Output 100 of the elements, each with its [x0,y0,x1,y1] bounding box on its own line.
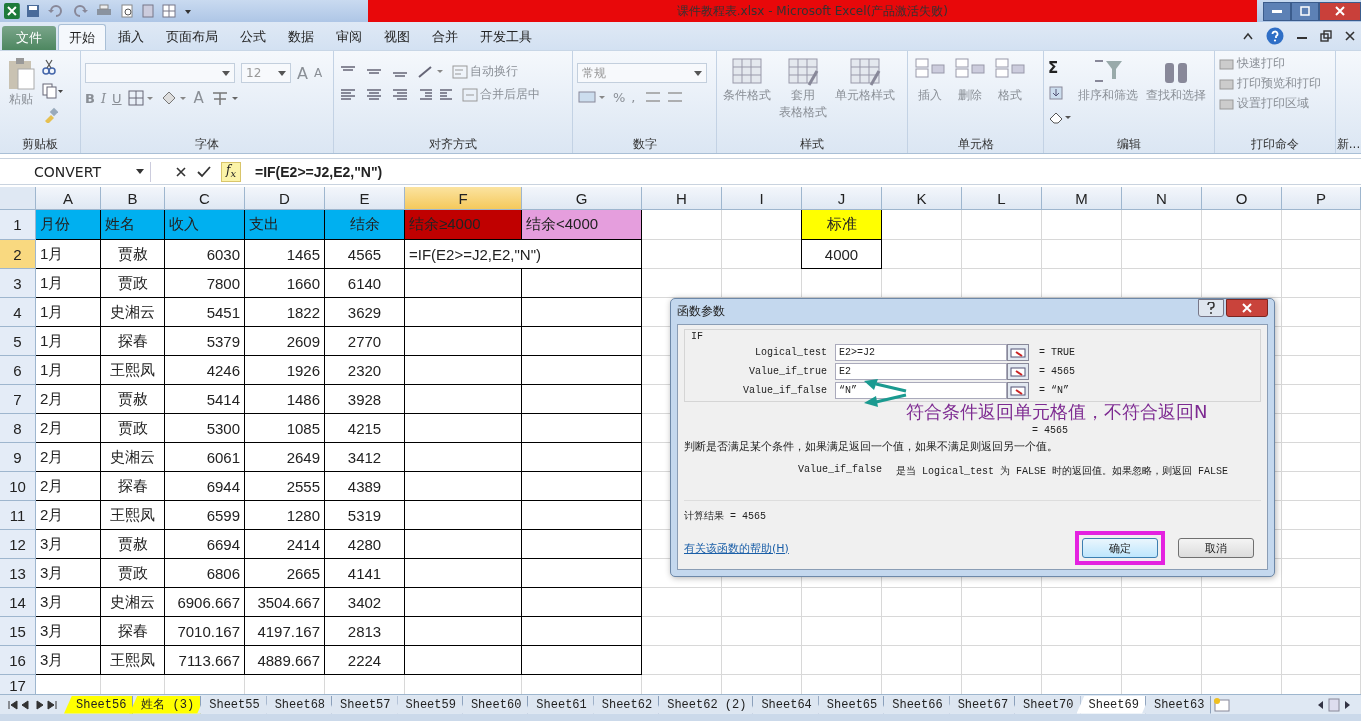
row-header[interactable]: 17 [0,675,36,697]
row-header[interactable]: 5 [0,327,36,356]
row-header[interactable]: 15 [0,617,36,646]
column-header[interactable]: C [165,187,245,210]
cancel-button[interactable]: 取消 [1178,538,1254,558]
name-box[interactable]: CONVERT [0,163,150,180]
column-header[interactable]: J [802,187,882,210]
table-icon[interactable] [161,4,176,18]
ribbon-tab[interactable]: 视图 [374,24,420,50]
table-cell-text: 2320 [346,360,383,381]
sheet-tab[interactable]: Sheet57 [328,695,398,714]
collapse-dialog-button[interactable] [1007,363,1029,380]
row-header[interactable]: 10 [0,472,36,501]
checkmark-icon[interactable] [197,165,211,178]
row-header[interactable]: 3 [0,269,36,298]
column-header[interactable]: D [245,187,325,210]
row-header[interactable]: 8 [0,414,36,443]
row-header[interactable]: 6 [0,356,36,385]
table-cell-text: 2770 [346,331,383,352]
preview-icon[interactable] [119,4,134,18]
row-header[interactable]: 11 [0,501,36,530]
cancel-icon[interactable] [175,165,187,178]
collapse-dialog-button[interactable] [1007,344,1029,361]
font-name-field[interactable] [85,63,235,83]
ribbon-tab[interactable]: 页面布局 [156,24,228,50]
save-icon[interactable] [25,4,40,18]
restore-icon[interactable] [1320,30,1332,42]
argument-field[interactable]: E2 [835,363,1007,380]
sheet-tab[interactable]: Sheet63 [1141,695,1212,714]
ribbon-tab[interactable]: 公式 [230,24,276,50]
help-button[interactable] [1198,299,1224,317]
row-header[interactable]: 16 [0,646,36,675]
insert-function-button[interactable]: f$_{x}$ [221,161,241,182]
table-cell: 月份 [36,210,100,239]
autosum-button[interactable]: Σ [1048,59,1072,77]
help-link[interactable]: 有关该函数的帮助(H) [684,540,789,556]
argument-field[interactable]: “N” [835,382,1007,399]
argument-field[interactable]: E2>=J2 [835,344,1007,361]
horizontal-align-icon[interactable] [338,87,358,102]
close-button[interactable] [1226,299,1268,317]
sheet-tab[interactable]: Sheet61 [524,695,594,714]
formula-field[interactable]: =IF(E2>=J2,E2,"N") [247,163,1361,180]
column-header[interactable]: K [882,187,962,210]
column-header[interactable]: L [962,187,1042,210]
column-header[interactable]: B [101,187,165,210]
table-cell-text: 4565 [346,244,383,265]
row-header[interactable]: 13 [0,559,36,588]
row-header[interactable]: 2 [0,240,36,269]
sheet-tab[interactable]: 姓名 (3) [129,695,202,714]
sheet-tab[interactable]: Sheet70 [1011,695,1081,714]
ribbon-tab[interactable]: 审阅 [326,24,372,50]
text-orientation-icon[interactable] [416,64,446,79]
sheet-tab[interactable]: Sheet64 [749,695,819,714]
table-cell-text: 4215 [346,418,383,439]
sheet-tab[interactable]: Sheet62 (2) [655,695,754,714]
close-icon[interactable] [1344,30,1356,42]
column-header[interactable]: O [1202,187,1282,210]
column-header[interactable]: E [325,187,405,210]
sheet-tab[interactable]: Sheet56 [64,695,134,714]
table-cell-text: 史湘云 [109,591,156,612]
scissors-icon[interactable] [42,59,56,75]
horizontal-align-icon[interactable] [364,87,384,102]
ribbon-tab[interactable]: 合并 [422,24,468,50]
collapse-dialog-button[interactable] [1007,382,1029,399]
horizontal-align-icon[interactable] [390,87,410,102]
ribbon-tab[interactable]: 开始 [58,24,106,50]
sheet-tab[interactable]: Sheet69 [1076,695,1146,714]
restore-button[interactable] [1291,1,1319,21]
ribbon-tab[interactable]: 数据 [278,24,324,50]
column-header[interactable]: A [36,187,101,210]
help-icon[interactable] [1266,27,1284,45]
row-header[interactable]: 12 [0,530,36,559]
file-tab[interactable]: 文件 [2,26,56,50]
argument-description: 是当 Logical_test 为 FALSE 时的返回值。如果忽略，则返回 FALSE [896,465,1229,478]
ok-button[interactable]: 确定 [1082,538,1158,558]
row-header[interactable]: 7 [0,385,36,414]
column-header[interactable]: P [1282,187,1361,210]
row-header[interactable]: 4 [0,298,36,327]
table-cell-text: 4889.667 [256,650,321,671]
column-header[interactable]: H [642,187,722,210]
sheet-tab[interactable]: Sheet55 [197,695,267,714]
copy-icon[interactable] [42,83,64,99]
formula-result: = 4565 [1032,425,1068,436]
row-header[interactable]: 1 [0,210,36,240]
row-header[interactable]: 14 [0,588,36,617]
argument-result: = 4565 [1039,366,1075,377]
minimize-button[interactable] [1263,1,1291,21]
column-header[interactable]: I [722,187,802,210]
column-header[interactable]: M [1042,187,1122,210]
row-header[interactable]: 9 [0,443,36,472]
sheet-tab[interactable]: Sheet66 [880,695,950,714]
ribbon-tab[interactable]: 开发工具 [470,24,542,50]
collapse-ribbon-icon[interactable] [1242,31,1254,41]
close-button[interactable] [1319,1,1361,21]
borders-icon[interactable] [127,90,154,106]
table-cell-text: 4389 [346,476,383,497]
column-header[interactable]: N [1122,187,1202,210]
column-header[interactable]: F [405,187,522,210]
ribbon-tab[interactable]: 插入 [108,24,154,50]
column-header[interactable]: G [522,187,642,210]
